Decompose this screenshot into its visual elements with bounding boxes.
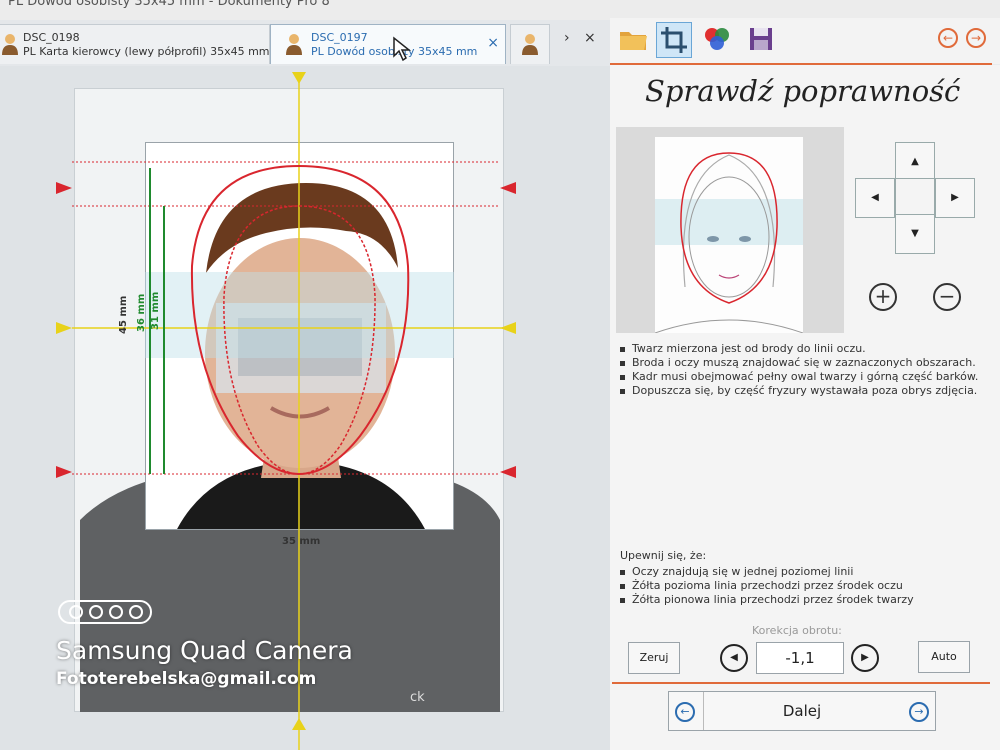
forward-arrow-icon[interactable]: → bbox=[909, 702, 929, 722]
auto-rotation-button[interactable]: Auto bbox=[918, 641, 970, 673]
ensure-item: Żółta pionowa linia przechodzi przez śro… bbox=[618, 593, 988, 607]
open-folder-button[interactable] bbox=[616, 22, 652, 58]
move-down-button[interactable]: ▼ bbox=[895, 214, 935, 254]
document-tab-bar: DSC_0198 PL Karta kierowcy (lewy półprof… bbox=[0, 20, 610, 67]
move-pad-center bbox=[895, 178, 935, 218]
person-icon bbox=[286, 34, 302, 55]
ensure-heading: Upewnij się, że: bbox=[620, 549, 707, 562]
window-title: PL Dowód osobisty 35x45 mm - Dokumenty P… bbox=[8, 0, 330, 9]
height-measurement: 45 mm bbox=[118, 295, 129, 334]
rotation-value-field[interactable]: -1,1 bbox=[756, 642, 844, 674]
move-up-button[interactable]: ▲ bbox=[895, 142, 935, 182]
rule-item: Broda i oczy muszą znajdować się w zazna… bbox=[618, 356, 988, 370]
tab-next-document[interactable] bbox=[510, 24, 550, 64]
tab-scroll-right-icon[interactable]: › bbox=[564, 30, 570, 46]
window-titlebar: PL Dowód osobisty 35x45 mm - Dokumenty P… bbox=[0, 0, 1000, 20]
color-correction-icon bbox=[705, 28, 729, 50]
close-all-tabs-icon[interactable]: × bbox=[584, 30, 596, 46]
camera-watermark-logo bbox=[58, 600, 152, 624]
person-icon bbox=[2, 34, 18, 55]
camera-watermark-text: Samsung Quad Camera bbox=[56, 636, 353, 665]
tab-filename: DSC_0197 bbox=[311, 31, 368, 44]
person-icon bbox=[522, 34, 538, 55]
ensure-list: Oczy znajdują się w jednej poziomej lini… bbox=[618, 565, 988, 607]
tab-filename: DSC_0198 bbox=[23, 31, 80, 44]
rule-item: Twarz mierzona jest od brody do linii oc… bbox=[618, 342, 988, 356]
tab-close-icon[interactable]: × bbox=[487, 35, 499, 51]
next-button[interactable]: ← Dalej → bbox=[668, 691, 936, 731]
ensure-item: Oczy znajdują się w jednej poziomej lini… bbox=[618, 565, 988, 579]
crop-icon bbox=[661, 27, 687, 53]
ensure-item: Żółta pozioma linia przechodzi przez śro… bbox=[618, 579, 988, 593]
panel-heading: Sprawdź poprawność bbox=[645, 74, 961, 108]
mouse-cursor-icon bbox=[393, 36, 412, 62]
face-max-measurement: 36 mm bbox=[136, 293, 147, 332]
open-folder-icon bbox=[620, 32, 647, 50]
sample-face-drawing bbox=[654, 152, 804, 334]
reset-rotation-button[interactable]: Zeruj bbox=[628, 642, 680, 674]
face-min-measurement: 31 mm bbox=[150, 291, 161, 330]
tab-description: PL Karta kierowcy (lewy półprofil) 35x45… bbox=[23, 45, 270, 58]
move-left-button[interactable]: ◀ bbox=[855, 178, 895, 218]
previous-step-button[interactable]: ← bbox=[938, 28, 958, 48]
color-correction-button[interactable] bbox=[700, 22, 736, 58]
sample-face bbox=[654, 137, 804, 334]
rule-item: Kadr musi obejmować pełny owal twarzy i … bbox=[618, 370, 988, 384]
tab-dsc-0197[interactable]: DSC_0197 PL Dowód osobisty 35x45 mm × bbox=[270, 24, 506, 64]
panel-divider bbox=[612, 682, 990, 684]
rule-item: Dopuszcza się, by część fryzury wystawał… bbox=[618, 384, 988, 398]
crop-button[interactable] bbox=[656, 22, 692, 58]
width-measurement: 35 mm bbox=[282, 536, 321, 547]
rotate-right-button[interactable]: ▶ bbox=[851, 644, 879, 672]
next-button-label: Dalej bbox=[782, 702, 822, 720]
tab-dsc-0198[interactable]: DSC_0198 PL Karta kierowcy (lewy półprof… bbox=[0, 24, 270, 64]
rules-list: Twarz mierzona jest od brody do linii oc… bbox=[618, 342, 988, 398]
save-button[interactable] bbox=[744, 22, 780, 58]
zoom-out-button[interactable]: − bbox=[933, 283, 961, 311]
toolbar: ← → bbox=[610, 18, 1000, 64]
save-icon bbox=[750, 28, 772, 50]
rotation-label: Korekcja obrotu: bbox=[752, 624, 842, 637]
move-right-button[interactable]: ▶ bbox=[935, 178, 975, 218]
quad-lens-icon bbox=[69, 605, 143, 619]
photographer-email: Fototerebelska@gmail.com bbox=[56, 669, 317, 689]
rotate-left-button[interactable]: ◀ bbox=[720, 644, 748, 672]
zoom-in-button[interactable]: + bbox=[869, 283, 897, 311]
next-step-button[interactable]: → bbox=[966, 28, 986, 48]
